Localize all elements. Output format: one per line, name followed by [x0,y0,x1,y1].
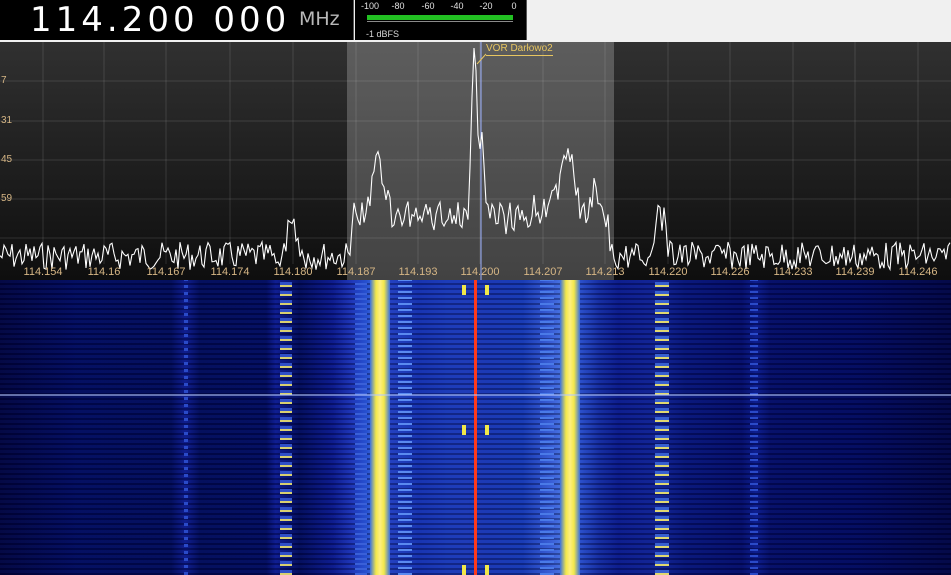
frequency-tick-label: 114.233 [773,266,813,278]
waterfall-stripe [280,280,292,575]
db-label: 45 [1,154,13,165]
waterfall-dash [462,280,466,575]
frequency-tick-label: 114.154 [23,266,63,278]
waterfall-stripe [655,280,669,575]
waterfall-sweep-line [0,394,951,396]
signal-meter: -100 -80 -60 -40 -20 0 -1 dBFS [355,0,527,40]
frequency-value[interactable]: 114.200 000 [30,1,290,39]
waterfall-stripe [750,280,758,575]
frequency-tick-label: 114.239 [835,266,875,278]
toolbar: 114.200 000 MHz -100 -80 -60 -40 -20 0 -… [0,0,951,42]
frequency-tick-label: 114.246 [898,266,938,278]
frequency-tick-label: 114.16 [87,266,121,278]
waterfall-stripe [540,280,554,575]
db-label: 7 [1,75,7,86]
frequency-tick-label: 114.180 [273,266,313,278]
frequency-tick-label: 114.174 [210,266,250,278]
smeter-tick: 0 [511,1,517,11]
waterfall-stripe [355,280,367,575]
waterfall-display[interactable] [0,280,951,575]
frequency-tick-label: 114.207 [523,266,563,278]
frequency-unit: MHz [299,8,340,30]
waterfall-peak-right [560,280,580,575]
db-label: 31 [1,115,13,126]
smeter-readout: -1 dBFS [366,29,400,39]
smeter-tick: -100 [360,1,380,11]
smeter-tick: -40 [450,1,464,11]
bookmark-label[interactable]: VOR Darłowo2 [486,43,553,56]
frequency-tick-label: 114.220 [648,266,688,278]
frequency-tick-label: 114.213 [585,266,625,278]
frequency-tick-label: 114.167 [146,266,186,278]
waterfall-dash [485,280,489,575]
spectrum-plot[interactable]: 7 31 45 59 114.154 114.16 114.167 114.174 11… [0,42,951,280]
frequency-tick-label: 114.187 [336,266,376,278]
waterfall-stripe [184,280,188,575]
smeter-scale-line [367,21,513,22]
smeter-tick: -20 [479,1,493,11]
smeter-tick: -60 [421,1,435,11]
db-label: 59 [1,193,13,204]
frequency-tick-label: 114.226 [710,266,750,278]
waterfall-center-marker [474,280,477,575]
frequency-tick-label: 114.193 [398,266,438,278]
frequency-display[interactable]: 114.200 000 MHz [0,0,354,40]
spectrum-canvas [0,42,951,280]
smeter-tick: -80 [391,1,405,11]
frequency-tick-label: 114.200 [460,266,500,278]
waterfall-stripe [398,280,412,575]
waterfall-peak-left [370,280,390,575]
smeter-bar [367,15,513,20]
